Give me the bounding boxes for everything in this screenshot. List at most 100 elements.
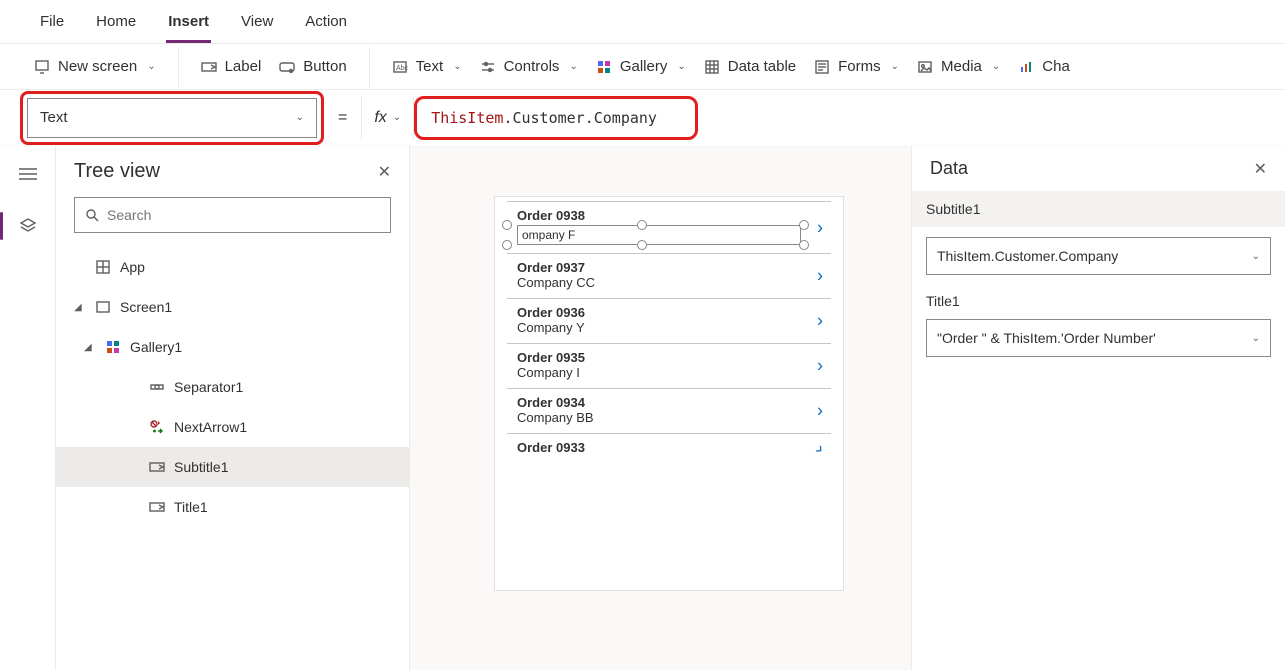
- app-icon: [94, 258, 112, 276]
- tree-node-title1[interactable]: Title1: [56, 487, 409, 527]
- chevron-right-icon[interactable]: ›: [817, 401, 823, 422]
- charts-button[interactable]: Cha: [1018, 58, 1070, 75]
- gallery-button[interactable]: Gallery ⌄: [596, 58, 686, 75]
- chevron-down-icon: ⌄: [393, 112, 401, 123]
- controls-icon: [480, 59, 496, 75]
- canvas-area[interactable]: Order 0938 ompany F › Order 0937 Company…: [410, 146, 911, 670]
- chevron-right-icon[interactable]: ›: [811, 439, 829, 459]
- treeview-title: Tree view: [74, 160, 160, 183]
- caret-icon: ◢: [74, 302, 86, 313]
- rail-hamburger[interactable]: [8, 156, 48, 192]
- item-title: Order 0936: [517, 305, 801, 320]
- chevron-down-icon: ⌄: [296, 112, 304, 123]
- search-input[interactable]: [107, 207, 380, 223]
- chevron-down-icon: ⌄: [1252, 333, 1260, 344]
- text-button[interactable]: Abc Text ⌄: [392, 58, 462, 75]
- chevron-down-icon: ⌄: [569, 61, 577, 72]
- nextarrow-icon: [148, 418, 166, 436]
- svg-text:Abc: Abc: [396, 65, 408, 72]
- charts-icon: [1018, 59, 1034, 75]
- tree-node-nextarrow1[interactable]: NextArrow1: [56, 407, 409, 447]
- chevron-right-icon[interactable]: ›: [817, 311, 823, 332]
- ribbon-bar: New screen ⌄ Label Button Abc Text ⌄ Con…: [0, 44, 1285, 90]
- chevron-down-icon: ⌄: [147, 61, 155, 72]
- gallery-item[interactable]: Order 0935 Company I ›: [507, 344, 831, 389]
- rail-treeview[interactable]: [8, 208, 48, 244]
- new-screen-icon: [34, 59, 50, 75]
- close-icon[interactable]: ✕: [1254, 159, 1267, 179]
- media-button[interactable]: Media ⌄: [917, 58, 1000, 75]
- item-title: Order 0937: [517, 260, 801, 275]
- tab-view[interactable]: View: [239, 3, 275, 40]
- title-binding-select[interactable]: "Order " & ThisItem.'Order Number' ⌄: [926, 319, 1271, 357]
- datapane-subtitle-label: Subtitle1: [912, 191, 1285, 227]
- item-title: Order 0934: [517, 395, 801, 410]
- equals-label: =: [324, 109, 361, 127]
- tree-list: App ◢ Screen1 ◢ Gallery1 Separator1 Next…: [56, 243, 409, 670]
- item-subtitle: Company CC: [517, 275, 801, 290]
- label-node-icon: [148, 498, 166, 516]
- item-title: Order 0935: [517, 350, 801, 365]
- caret-icon: ◢: [84, 342, 96, 353]
- treeview-search[interactable]: [74, 197, 391, 233]
- menu-tabs: File Home Insert View Action: [0, 0, 1285, 44]
- screen-preview[interactable]: Order 0938 ompany F › Order 0937 Company…: [494, 196, 844, 591]
- screen-icon: [94, 298, 112, 316]
- chevron-down-icon: ⌄: [677, 61, 685, 72]
- tab-insert[interactable]: Insert: [166, 3, 211, 43]
- formula-input[interactable]: ThisItem.Customer.Company: [421, 103, 691, 133]
- chevron-right-icon[interactable]: ›: [817, 356, 823, 377]
- chevron-down-icon: ⌄: [1252, 251, 1260, 262]
- layers-icon: [19, 217, 37, 235]
- gallery-item[interactable]: Order 0936 Company Y ›: [507, 299, 831, 344]
- chevron-down-icon: ⌄: [453, 61, 461, 72]
- chevron-down-icon: ⌄: [891, 61, 899, 72]
- tree-node-subtitle1[interactable]: Subtitle1: [56, 447, 409, 487]
- property-select[interactable]: Text ⌄: [27, 98, 317, 138]
- media-icon: [917, 59, 933, 75]
- tree-node-separator1[interactable]: Separator1: [56, 367, 409, 407]
- property-select-highlight: Text ⌄: [20, 91, 324, 145]
- label-icon: [201, 59, 217, 75]
- tab-action[interactable]: Action: [303, 3, 349, 40]
- chevron-right-icon[interactable]: ›: [817, 266, 823, 287]
- label-node-icon: [148, 458, 166, 476]
- formula-bar: Text ⌄ = fx ⌄ ThisItem.Customer.Company: [0, 90, 1285, 146]
- gallery-item[interactable]: Order 0938 ompany F ›: [507, 201, 831, 254]
- datapane-title-label: Title1: [912, 279, 1285, 309]
- gallery-item[interactable]: Order 0937 Company CC ›: [507, 254, 831, 299]
- fx-button[interactable]: fx ⌄: [361, 96, 414, 140]
- text-icon: Abc: [392, 59, 408, 75]
- button-icon: [279, 59, 295, 75]
- label-button[interactable]: Label: [201, 58, 262, 75]
- tab-file[interactable]: File: [38, 3, 66, 40]
- datatable-icon: [704, 59, 720, 75]
- close-icon[interactable]: ✕: [378, 162, 391, 182]
- tree-node-screen1[interactable]: ◢ Screen1: [56, 287, 409, 327]
- tree-node-app[interactable]: App: [56, 247, 409, 287]
- item-subtitle: Company BB: [517, 410, 801, 425]
- forms-icon: [814, 59, 830, 75]
- gallery-preview: Order 0938 ompany F › Order 0937 Company…: [495, 197, 843, 463]
- subtitle-editing[interactable]: ompany F: [517, 225, 801, 245]
- new-screen-button[interactable]: New screen ⌄: [34, 58, 156, 75]
- search-icon: [85, 208, 99, 222]
- subtitle-binding-select[interactable]: ThisItem.Customer.Company ⌄: [926, 237, 1271, 275]
- separator-icon: [148, 378, 166, 396]
- datapane-title: Data: [930, 158, 968, 179]
- tree-node-gallery1[interactable]: ◢ Gallery1: [56, 327, 409, 367]
- gallery-item[interactable]: Order 0933 ›: [507, 434, 831, 463]
- forms-button[interactable]: Forms ⌄: [814, 58, 899, 75]
- hamburger-icon: [19, 167, 37, 181]
- left-rail: [0, 146, 56, 670]
- body-area: Tree view ✕ App ◢ Screen1 ◢ Gallery1: [0, 146, 1285, 670]
- tab-home[interactable]: Home: [94, 3, 138, 40]
- button-button[interactable]: Button: [279, 58, 346, 75]
- gallery-item[interactable]: Order 0934 Company BB ›: [507, 389, 831, 434]
- item-title: Order 0933: [517, 440, 801, 455]
- controls-button[interactable]: Controls ⌄: [480, 58, 578, 75]
- gallery-icon: [596, 59, 612, 75]
- chevron-right-icon[interactable]: ›: [817, 217, 823, 238]
- datatable-button[interactable]: Data table: [704, 58, 796, 75]
- gallery-node-icon: [104, 338, 122, 356]
